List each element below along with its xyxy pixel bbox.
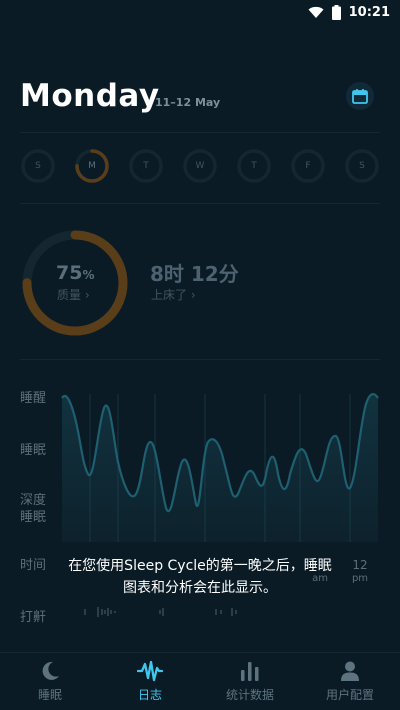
week-day[interactable]: T [236, 148, 272, 184]
bottom-tab-bar: 睡眠 日志 统计数据 用户配置 [0, 652, 400, 710]
quality-value[interactable]: 75% [56, 262, 94, 284]
calendar-icon [352, 89, 368, 104]
week-day-letter: T [251, 161, 257, 171]
empty-state-message: 在您使用Sleep Cycle的第一晚之后，睡眠 图表和分析会在此显示。 [68, 558, 332, 596]
date-range: 11–12 May [155, 96, 221, 109]
y-label-awake: 睡醒 [20, 391, 47, 406]
week-day-letter: F [305, 161, 311, 171]
tab-journal[interactable]: 日志 [100, 653, 200, 710]
battery-icon [331, 4, 341, 20]
tab-label: 用户配置 [325, 688, 374, 702]
snore-marks [84, 607, 237, 617]
week-day-letter: S [35, 161, 41, 171]
tab-label: 日志 [137, 688, 162, 702]
person-icon [341, 661, 359, 681]
wifi-icon [308, 6, 324, 18]
divider [20, 359, 380, 360]
sleep-curve-chart [61, 393, 379, 542]
status-bar: 10:21 [0, 0, 400, 24]
tab-statistics[interactable]: 统计数据 [200, 653, 300, 710]
tab-label: 统计数据 [225, 688, 274, 702]
week-day-letter: T [143, 161, 149, 171]
divider [20, 132, 380, 133]
pulse-icon [137, 660, 163, 682]
header: Monday 11–12 May [20, 78, 380, 118]
tab-profile[interactable]: 用户配置 [300, 653, 400, 710]
week-day[interactable]: T [128, 148, 164, 184]
divider [20, 203, 380, 204]
week-day[interactable]: W [182, 148, 218, 184]
calendar-button[interactable] [346, 82, 374, 110]
week-selector: SMTWTFS [20, 148, 380, 188]
tab-sleep[interactable]: 睡眠 [0, 653, 100, 710]
week-day-letter: M [88, 161, 96, 171]
quality-link[interactable]: 质量 › [57, 286, 90, 303]
week-day-letter: S [359, 161, 365, 171]
bar-chart-icon [241, 662, 259, 681]
sleep-summary: 75% 质量 › 8时 12分 上床了 › [20, 228, 380, 338]
week-day[interactable]: F [290, 148, 326, 184]
moon-icon [42, 661, 59, 680]
week-day[interactable]: S [20, 148, 56, 184]
week-day[interactable]: M [74, 148, 110, 184]
y-label-deep-sleep: 深度 睡眠 [20, 493, 47, 525]
week-day-letter: W [195, 161, 205, 171]
time-in-bed-value: 8时 12分 [150, 262, 239, 286]
page-title: Monday [20, 78, 160, 114]
status-time: 10:21 [348, 4, 390, 20]
week-day[interactable]: S [344, 148, 380, 184]
y-label-sleep: 睡眠 [20, 443, 47, 458]
time-in-bed-link[interactable]: 上床了 › [151, 286, 196, 303]
tab-label: 睡眠 [37, 688, 62, 702]
snore-label: 打鼾 [20, 610, 47, 625]
